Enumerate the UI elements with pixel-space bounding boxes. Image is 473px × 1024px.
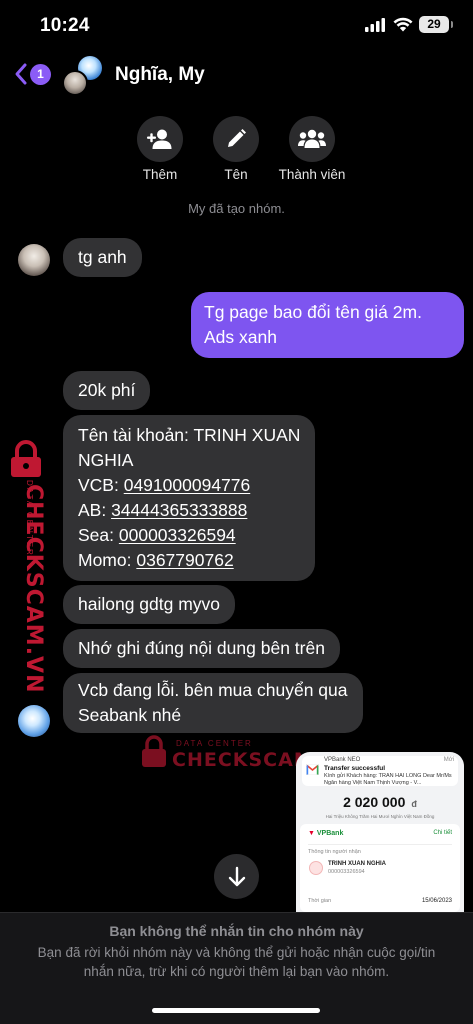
detail-link: Chi tiết [433, 830, 452, 836]
message-bubble-incoming[interactable]: 20k phí [63, 371, 151, 410]
bank-logo-icon [309, 861, 323, 875]
group-avatar[interactable] [60, 56, 104, 96]
email-notification: VPBank NEO Mới Transfer successful Kính … [302, 756, 458, 786]
notification-app: VPBank NEO [324, 757, 361, 763]
recipient-account: 000003326594 [328, 869, 365, 875]
account-name-line-2: NGHIA [78, 450, 134, 470]
status-bar: 10:24 29 [0, 0, 473, 50]
message-bubble-incoming[interactable]: Nhớ ghi đúng nội dung bên trên [63, 629, 340, 668]
notification-time: Mới [443, 757, 454, 763]
add-member-button[interactable] [137, 116, 183, 162]
notification-title: Transfer successful [324, 765, 386, 772]
sender-avatar-blue[interactable] [18, 705, 50, 737]
pencil-icon [228, 129, 246, 147]
members-action[interactable]: Thành viên [267, 116, 357, 182]
sea-number-link[interactable]: 000003326594 [119, 525, 236, 545]
amount-in-words: Hai Triệu Không Trăm Hai Mươi Nghìn Việt… [325, 814, 435, 819]
ab-number-link[interactable]: 34444365333888 [111, 500, 247, 520]
status-time: 10:24 [40, 15, 90, 36]
account-info-bubble[interactable]: Tên tài khoản: TRINH XUAN NGHIA VCB: 049… [63, 415, 316, 581]
add-person-icon [147, 129, 172, 149]
members-button[interactable] [289, 116, 335, 162]
vpbank-logo: ▼ VPBank [308, 830, 344, 837]
vcb-line: VCB: 0491000094776 [78, 475, 251, 495]
message-bubble-incoming[interactable]: hailong gdtg myvo [63, 585, 236, 624]
sea-line: Sea: 000003326594 [78, 525, 236, 545]
vcb-number-link[interactable]: 0491000094776 [124, 475, 251, 495]
footer-title: Bạn không thể nhắn tin cho nhóm này [109, 923, 364, 939]
battery-indicator: 29 [419, 16, 453, 33]
sender-avatar-girl[interactable] [18, 244, 50, 276]
watermark-small-text: DATA CENTER [176, 739, 253, 748]
watermark-big-text: CHECKSCAM.VN [21, 484, 46, 694]
lock-icon [142, 735, 166, 767]
divider [308, 844, 452, 845]
message-line: Seabank nhé [78, 705, 182, 725]
back-chevron-icon[interactable] [14, 62, 28, 86]
account-name-line: Tên tài khoản: TRINH XUAN [78, 425, 301, 445]
recipient-label: Thông tin người nhận [308, 849, 361, 855]
transfer-receipt-image[interactable]: VPBank NEO Mới Transfer successful Kính … [296, 752, 464, 912]
checkscam-watermark-horizontal: DATA CENTER CHECKSCAM.VN [140, 735, 354, 775]
gmail-icon [306, 764, 319, 775]
checkscam-watermark-vertical: DATA CENTER CHECKSCAM.VN [4, 440, 48, 693]
momo-line: Momo: 0367790762 [78, 550, 234, 570]
group-created-note: My đã tạo nhóm. [188, 201, 285, 216]
people-icon [298, 129, 326, 148]
ab-line: AB: 34444365333888 [78, 500, 248, 520]
members-label: Thành viên [278, 167, 346, 182]
time-value: 15/06/2023 [421, 898, 452, 904]
chat-title[interactable]: Nghĩa, My [115, 64, 205, 86]
message-bubble-outgoing[interactable]: Tg page bao đổi tên giá 2m. Ads xanh [191, 292, 464, 358]
rename-button[interactable] [213, 116, 259, 162]
member-avatar-girl [62, 70, 88, 96]
momo-number-link[interactable]: 0367790762 [136, 550, 233, 570]
unread-badge[interactable]: 1 [30, 64, 51, 85]
recipient-name: TRINH XUAN NGHIA [328, 861, 386, 867]
message-bubble-incoming[interactable]: Vcb đang lỗi. bên mua chuyển qua Seabank… [63, 673, 363, 733]
chat-header: 1 Nghĩa, My [0, 54, 473, 98]
wifi-icon [393, 17, 413, 32]
message-bubble-incoming[interactable]: tg anh [63, 238, 142, 277]
footer-message: Bạn đã rời khỏi nhóm này và không thể gử… [37, 945, 436, 979]
scroll-to-bottom-button[interactable] [214, 854, 259, 899]
time-label: Thời gian [308, 898, 332, 904]
notification-body: Kính gửi Khách hàng: TRAN HAI LONG Dear … [324, 773, 452, 786]
message-line: Vcb đang lỗi. bên mua chuyển qua [78, 680, 348, 700]
home-indicator[interactable] [152, 1008, 320, 1013]
transfer-amount: 2 020 000 đ [343, 794, 417, 810]
cellular-signal-icon [365, 18, 385, 32]
lock-icon [11, 440, 41, 477]
arrow-down-icon [228, 866, 245, 886]
receipt-detail-panel: ▼ VPBank Chi tiết Thông tin người nhận T… [300, 824, 460, 912]
